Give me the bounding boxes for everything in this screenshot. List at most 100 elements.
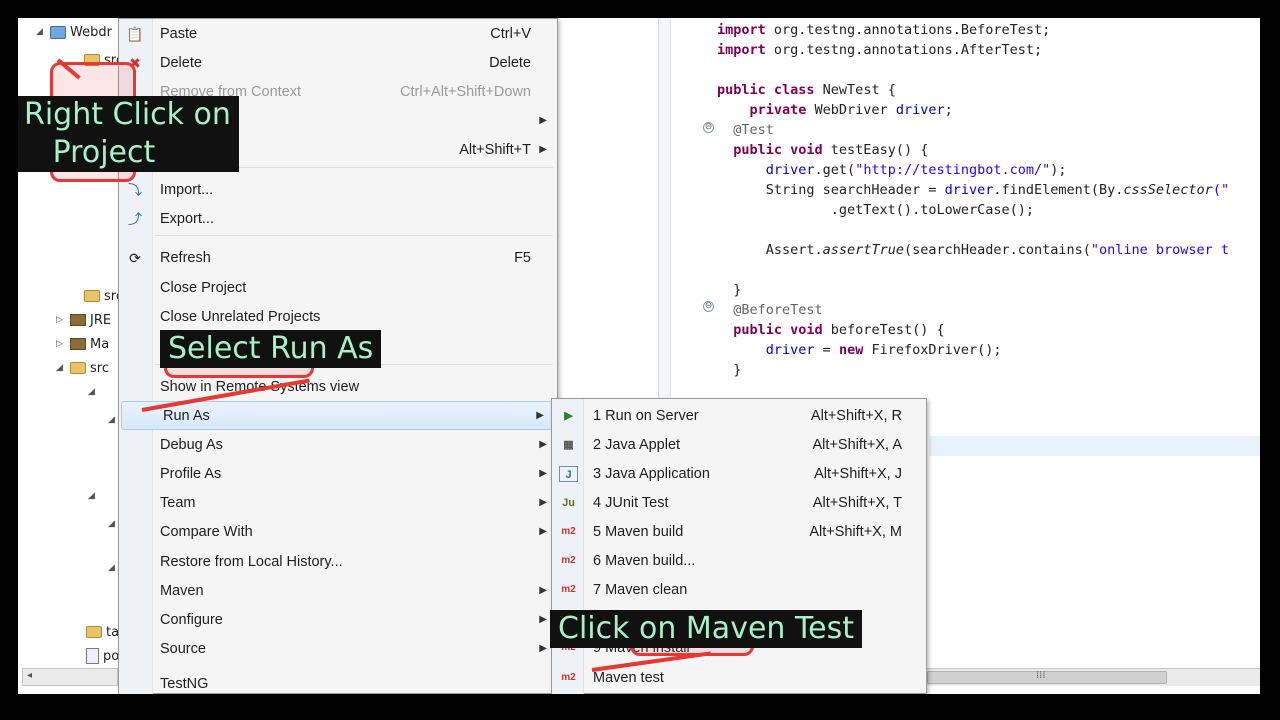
submenu-item-label: 2 Java Applet [593,436,681,453]
menu-item-restore-from-local-history[interactable]: Restore from Local History... [119,547,557,576]
submenu-item-2-java-applet[interactable]: ▦ 2 Java Applet Alt+Shift+X, A [552,430,926,459]
eclipse-window: ◢ Webdr src src ▷ JRE ▷ Ma ◢ src tar po ◢ ◢ ◢ ◢ ◢ import… [18,18,1260,694]
submenu-arrow-icon: ▶ [536,410,544,421]
menu-item-profile-as[interactable]: Profile As ▶ [119,459,557,488]
code-line: driver.get("http://testingbot.com/"); [717,162,1067,178]
menu-item-label: Paste [160,25,198,42]
code-line: .getText().toLowerCase(); [717,202,1034,218]
menu-item-label: Export... [160,210,214,227]
code-line: public class NewTest { [717,82,896,98]
menu-item-team[interactable]: Team ▶ [119,488,557,517]
click-maven-test-callout: Click on Maven Test [550,610,863,648]
menu-item-label: Close Project [160,279,247,296]
tree-expand-icon[interactable]: ▷ [56,315,66,325]
code-line: driver = new FirefoxDriver(); [717,342,1002,358]
menu-item-close-project[interactable]: Close Project [119,273,557,302]
explorer-horizontal-scrollbar[interactable]: ◂ [22,668,118,686]
menu-item-maven[interactable]: Maven ▶ [119,576,557,605]
menu-item-testng[interactable]: TestNG [119,669,557,694]
code-line: import org.testng.annotations.BeforeTest… [717,22,1051,38]
menu-item-compare-with[interactable]: Compare With ▶ [119,517,557,546]
submenu-item-label: Maven test [593,669,664,686]
menu-item-delete[interactable]: ✖ Delete Delete [119,48,557,77]
tree-expand-icon[interactable]: ◢ [56,363,66,373]
submenu-item-label: 1 Run on Server [593,407,699,424]
tree-item-label: Ma [90,336,110,352]
menu-item-label: Maven [160,582,204,599]
submenu-item-shortcut: Alt+Shift+X, J [814,465,902,482]
tree-expand-icon[interactable]: ◢ [88,486,95,506]
menu-item-run-as[interactable]: Run As ▶ [121,401,555,430]
tree-item[interactable]: ◢ Webdr [36,22,112,42]
library-icon [70,314,86,326]
submenu-item-7-maven-clean[interactable]: m2 7 Maven clean [552,575,926,604]
java-app-icon: J [559,465,578,482]
code-line: Assert.assertTrue(searchHeader.contains(… [717,242,1230,258]
menu-item-label: Configure [160,611,223,628]
submenu-item-3-java-application[interactable]: J 3 Java Application Alt+Shift+X, J [552,459,926,488]
editor-horizontal-scrollbar[interactable]: ⁞⁞⁞ [927,668,1260,686]
tree-item[interactable]: ▷ Ma [56,334,109,354]
submenu-arrow-icon: ▶ [539,497,547,508]
import-icon: ⤵ [128,181,142,198]
submenu-item-label: 5 Maven build [593,523,684,540]
scrollbar-thumb[interactable]: ⁞⁞⁞ [927,670,1167,684]
menu-item-shortcut: Ctrl+Alt+Shift+Down [400,83,531,100]
tree-expand-icon[interactable]: ◢ [36,27,46,37]
menu-item-configure[interactable]: Configure ▶ [119,605,557,634]
menu-item-shortcut: Ctrl+V [490,25,531,42]
submenu-item-4-junit-test[interactable]: Ju 4 JUnit Test Alt+Shift+X, T [552,488,926,517]
menu-item-shortcut: Delete [489,54,531,71]
submenu-arrow-icon: ▶ [539,439,547,450]
menu-item-source[interactable]: Source ▶ [119,634,557,663]
tree-item-label: Webdr [70,24,112,40]
code-line: public void beforeTest() { [717,322,945,338]
project-icon [50,25,66,39]
menu-item-refresh[interactable]: ⟳ Refresh F5 [119,243,557,272]
menu-item-label: Delete [160,54,202,71]
tree-item[interactable]: po [72,646,119,666]
tree-expand-icon[interactable]: ◢ [88,382,95,402]
code-line: public void testEasy() { [717,142,929,158]
menu-item-label: Compare With [160,523,253,540]
submenu-item-label: 7 Maven clean [593,581,688,598]
junit-icon: Ju [562,496,575,509]
tree-expand-icon[interactable]: ▷ [56,339,66,349]
code-line: String searchHeader = driver.findElement… [717,182,1230,198]
refresh-icon: ⟳ [129,249,141,266]
tree-item[interactable]: ◢ src [56,358,109,378]
submenu-arrow-icon: ▶ [539,643,547,654]
menu-item-label: Source [160,640,206,657]
tree-expand-icon[interactable]: ◢ [108,558,115,578]
library-icon [70,338,86,350]
folder-icon [86,626,102,638]
maven-icon: m2 [561,671,576,683]
tree-item[interactable]: ▷ JRE [56,310,111,330]
menu-item-shortcut: Alt+Shift+T [459,141,531,158]
menu-item-close-unrelated-projects[interactable]: Close Unrelated Projects [119,302,557,331]
submenu-item-label: 4 JUnit Test [593,494,669,511]
menu-item-debug-as[interactable]: Debug As ▶ [119,430,557,459]
menu-item-export[interactable]: ⤴ Export... [119,204,557,233]
tree-item[interactable]: src [70,286,123,306]
fold-toggle-icon[interactable]: ⊖ [703,122,714,133]
export-icon: ⤴ [128,210,142,227]
server-icon: ▶ [564,409,573,422]
submenu-item-5-maven-build[interactable]: m2 5 Maven build Alt+Shift+X, M [552,517,926,546]
submenu-item-1-run-on-server[interactable]: ▶ 1 Run on Server Alt+Shift+X, R [552,401,926,430]
menu-item-paste[interactable]: 📋 Paste Ctrl+V [119,19,557,48]
submenu-item-label: 3 Java Application [593,465,710,482]
select-run-as-callout: Select Run As [160,330,382,368]
code-line: private WebDriver driver; [717,102,953,118]
scroll-left-icon[interactable]: ◂ [27,670,32,681]
submenu-item-6-maven-build[interactable]: m2 6 Maven build... [552,546,926,575]
menu-item-import[interactable]: ⤵ Import... [119,175,557,204]
fold-toggle-icon[interactable]: ⊖ [703,301,714,312]
code-line: import org.testng.annotations.AfterTest; [717,42,1043,58]
right-click-callout: Right Click on Project [18,96,239,172]
tree-expand-icon[interactable]: ◢ [108,514,115,534]
tree-item[interactable]: tar [72,622,124,642]
menu-item-label: Run As [163,407,210,424]
submenu-item-label: 6 Maven build... [593,552,696,569]
tree-expand-icon[interactable]: ◢ [108,410,115,430]
